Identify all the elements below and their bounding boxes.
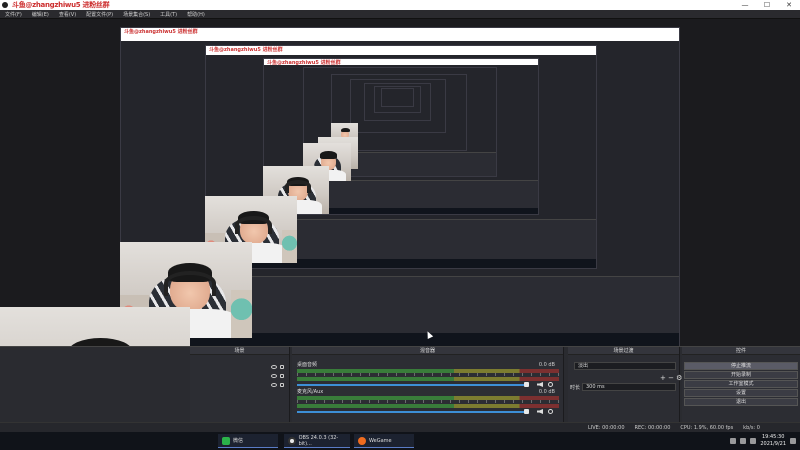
mixer-track-label: 麦克风/Aux [297, 389, 324, 395]
fader-handle[interactable] [524, 382, 529, 387]
mixer-track-desktop: 桌面音频 0.0 dB [297, 362, 559, 387]
controls-dock-title: 控件 [682, 347, 800, 355]
taskbar-item-label: OBS 24.0.3 (32-bit)... [298, 434, 339, 447]
taskbar-item-label: 微信 [233, 438, 244, 444]
wechat-icon [222, 436, 230, 445]
menu-view[interactable]: 查看(V) [54, 11, 81, 18]
wegame-icon [358, 436, 366, 445]
start-recording-button[interactable]: 开始录制 [684, 371, 798, 379]
transition-select[interactable]: 淡出 [574, 362, 676, 370]
live-timer: LIVE: 00:00:00 [587, 424, 625, 431]
volume-fader[interactable] [297, 409, 559, 414]
source-row[interactable] [192, 381, 288, 389]
gear-icon[interactable] [548, 382, 553, 387]
clock-time: 19:45:30 [761, 434, 785, 440]
keyboard-icon[interactable] [750, 438, 757, 444]
window-title: 斗鱼@zhangzhiwu5 进粉丝群 [12, 1, 110, 9]
taskbar-obs[interactable]: OBS 24.0.3 (32-bit)... [284, 434, 350, 448]
nested-title-bar: 斗鱼@zhangzhiwu5 进粉丝群 [121, 28, 679, 41]
nested-title: 斗鱼@zhangzhiwu5 进粉丝群 [124, 29, 198, 35]
meter-ticks [297, 373, 559, 376]
title-bar: 斗鱼@zhangzhiwu5 进粉丝群 — ☐ ✕ [0, 0, 800, 10]
window-controls: — ☐ ✕ [734, 0, 800, 10]
transition-add-remove[interactable]: + − ⚙ [660, 374, 682, 382]
fader-track[interactable] [297, 410, 529, 413]
nested-title-bar: 斗鱼@zhangzhiwu5 进粉丝群 [264, 59, 538, 66]
menu-file[interactable]: 文件(F) [0, 11, 27, 18]
rec-timer: REC: 00:00:00 [634, 424, 671, 431]
transitions-dock-title: 场景过渡 [568, 347, 679, 355]
network-icon[interactable] [730, 438, 737, 444]
speaker-icon[interactable] [537, 409, 543, 414]
speaker-icon[interactable] [537, 382, 543, 387]
nested-title: 斗鱼@zhangzhiwu5 进粉丝群 [267, 60, 341, 66]
mixer-dock-title: 混音器 [292, 347, 563, 355]
fader-handle[interactable] [524, 409, 529, 414]
maximize-button[interactable]: ☐ [756, 0, 778, 10]
nested-capture-9 [381, 88, 414, 107]
lock-icon[interactable] [280, 383, 284, 387]
gear-icon[interactable] [548, 409, 553, 414]
fader-track[interactable] [297, 383, 529, 386]
obs-app-icon [2, 2, 8, 8]
volume-icon[interactable] [740, 438, 747, 444]
notification-icon[interactable] [790, 438, 796, 444]
settings-button[interactable]: 设置 [684, 389, 798, 397]
exit-button[interactable]: 退出 [684, 398, 798, 406]
mixer-track-mic: 麦克风/Aux 0.0 dB [297, 389, 559, 414]
nested-title-bar: 斗鱼@zhangzhiwu5 进粉丝群 [206, 46, 596, 55]
obs-icon [288, 436, 296, 445]
volume-meter [297, 377, 559, 381]
volume-meter [297, 404, 559, 408]
menu-bar: 文件(F) 编辑(E) 查看(V) 配置文件(P) 场景集合(S) 工具(T) … [0, 10, 800, 19]
menu-help[interactable]: 帮助(H) [182, 11, 210, 18]
volume-fader[interactable] [297, 382, 559, 387]
source-row[interactable] [192, 363, 288, 371]
studio-mode-button[interactable]: 工作室模式 [684, 380, 798, 388]
bitrate: kb/s: 0 [743, 424, 760, 431]
menu-profile[interactable]: 配置文件(P) [81, 11, 118, 18]
lock-icon[interactable] [280, 374, 284, 378]
mixer-track-db: 0.0 dB [538, 362, 555, 368]
source-row[interactable] [192, 372, 288, 380]
cpu-fps: CPU: 1.9%, 60.00 fps [680, 424, 734, 431]
menu-scene-collection[interactable]: 场景集合(S) [118, 11, 155, 18]
menu-edit[interactable]: 编辑(E) [27, 11, 54, 18]
close-button[interactable]: ✕ [778, 0, 800, 10]
taskbar-wechat[interactable]: 微信 [218, 434, 278, 448]
meter-ticks [297, 400, 559, 403]
clock[interactable]: 19:45:30 2021/9/21 [760, 434, 786, 448]
minimize-button[interactable]: — [734, 0, 756, 10]
taskbar: 微信 OBS 24.0.3 (32-bit)... WeGame 19:45:3… [0, 432, 800, 450]
clock-date: 2021/9/21 [760, 441, 786, 447]
preview-canvas[interactable]: 斗鱼@zhangzhiwu5 进粉丝群 斗鱼@zhangzhiwu5 进粉丝群 … [0, 19, 800, 347]
duration-label: 时长 [570, 385, 581, 391]
mixer-track-label: 桌面音频 [297, 362, 318, 368]
system-tray: 19:45:30 2021/9/21 [730, 433, 796, 449]
taskbar-wegame[interactable]: WeGame [354, 434, 414, 448]
eye-icon[interactable] [271, 383, 277, 387]
eye-icon[interactable] [271, 365, 277, 369]
nested-title: 斗鱼@zhangzhiwu5 进粉丝群 [209, 47, 283, 53]
sources-dock-title: 场景 [190, 347, 289, 355]
eye-icon[interactable] [271, 374, 277, 378]
stop-streaming-button[interactable]: 停止推流 [684, 362, 798, 370]
lock-icon[interactable] [280, 365, 284, 369]
duration-input[interactable]: 300 ms [582, 383, 676, 391]
menu-tools[interactable]: 工具(T) [155, 11, 182, 18]
mixer-track-db: 0.0 dB [538, 389, 555, 395]
taskbar-item-label: WeGame [369, 437, 392, 444]
status-bar: LIVE: 00:00:00 REC: 00:00:00 CPU: 1.9%, … [0, 422, 800, 432]
